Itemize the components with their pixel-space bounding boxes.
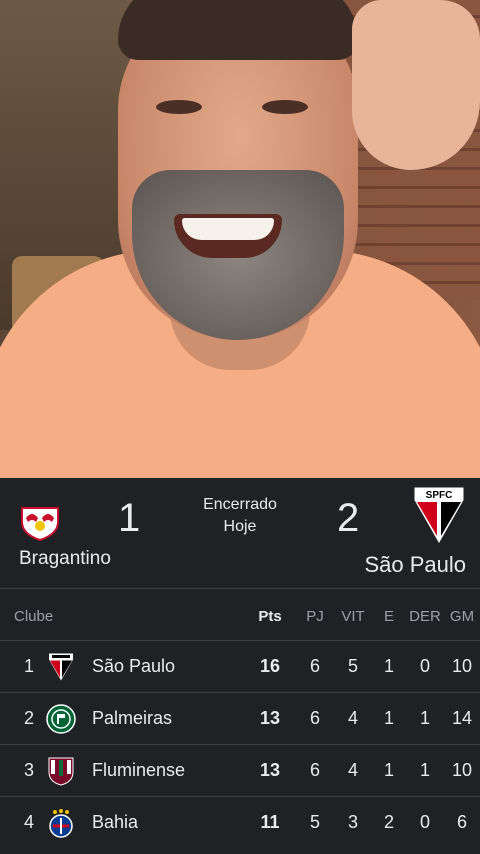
match-date-label: Hoje	[223, 518, 257, 535]
row-pj: 6	[309, 708, 320, 728]
row-e: 2	[383, 812, 394, 832]
video-frame[interactable]	[0, 0, 480, 478]
row-position: 2	[23, 708, 34, 728]
divider	[0, 588, 480, 589]
table-header: Clube Pts PJ VIT E DER GM	[0, 608, 480, 632]
home-score: 1	[118, 496, 141, 540]
row-club-name: Fluminense	[92, 760, 186, 780]
table-row[interactable]: 2 Palmeiras 13 6 4 1 1 14	[0, 692, 480, 745]
row-e: 1	[383, 656, 394, 676]
home-team-name: Bragantino	[19, 548, 111, 569]
table-row[interactable]: 4 Bahia 11 5 3 2 0 6	[0, 796, 480, 849]
person-teeth	[182, 218, 274, 240]
header-der: DER	[409, 608, 441, 625]
row-position: 1	[23, 656, 34, 676]
row-club-name: Palmeiras	[92, 708, 173, 728]
table-row[interactable]: 1 São Paulo 16 6 5 1 0 10	[0, 640, 480, 693]
sao-paulo-crest-text: SPFC	[426, 490, 453, 501]
row-pj: 6	[309, 760, 320, 780]
sao-paulo-crest-icon: SPFC	[413, 486, 465, 544]
row-der: 0	[419, 812, 430, 832]
header-gm: GM	[449, 608, 475, 625]
person-eye-right	[262, 100, 308, 114]
bahia-crest-icon	[46, 808, 76, 838]
row-club-name: Bahia	[92, 812, 139, 832]
away-team-name: São Paulo	[364, 552, 466, 577]
row-pts: 13	[259, 708, 281, 728]
row-der: 1	[419, 760, 430, 780]
person-hand	[352, 0, 480, 170]
row-pj: 5	[309, 812, 320, 832]
standings-table: Clube Pts PJ VIT E DER GM 1 São Paulo 16…	[0, 588, 480, 854]
palmeiras-crest-icon	[46, 704, 76, 734]
row-position: 4	[23, 812, 34, 832]
row-e: 1	[383, 708, 394, 728]
sao-paulo-crest-icon	[46, 652, 76, 682]
bragantino-crest-icon	[18, 498, 62, 542]
away-score: 2	[337, 496, 360, 540]
row-vit: 4	[347, 760, 358, 780]
header-club: Clube	[14, 608, 54, 625]
person-eye-left	[156, 100, 202, 114]
row-der: 0	[419, 656, 430, 676]
header-pts: Pts	[258, 608, 282, 625]
person-hair	[118, 0, 358, 60]
row-pj: 6	[309, 656, 320, 676]
row-vit: 3	[347, 812, 358, 832]
row-vit: 5	[347, 656, 358, 676]
header-vit: VIT	[341, 608, 365, 625]
row-position: 3	[23, 760, 34, 780]
match-status: Encerrado Hoje	[180, 494, 300, 538]
fluminense-crest-icon	[46, 756, 76, 786]
row-pts: 13	[259, 760, 281, 780]
header-e: E	[383, 608, 394, 625]
match-score-card[interactable]: 1 Encerrado Hoje 2 SPFC Bragantino São P…	[0, 478, 480, 588]
match-status-label: Encerrado	[203, 496, 277, 513]
header-pj: PJ	[306, 608, 324, 625]
row-gm: 6	[456, 812, 467, 832]
row-gm: 14	[451, 708, 473, 728]
row-e: 1	[383, 760, 394, 780]
table-row[interactable]: 3 Fluminense 13 6 4 1 1 10	[0, 744, 480, 797]
row-club-name: São Paulo	[92, 656, 176, 676]
row-pts: 11	[260, 812, 280, 832]
row-pts: 16	[259, 656, 281, 676]
row-vit: 4	[347, 708, 358, 728]
row-gm: 10	[451, 656, 473, 676]
row-der: 1	[419, 708, 430, 728]
row-gm: 10	[451, 760, 473, 780]
